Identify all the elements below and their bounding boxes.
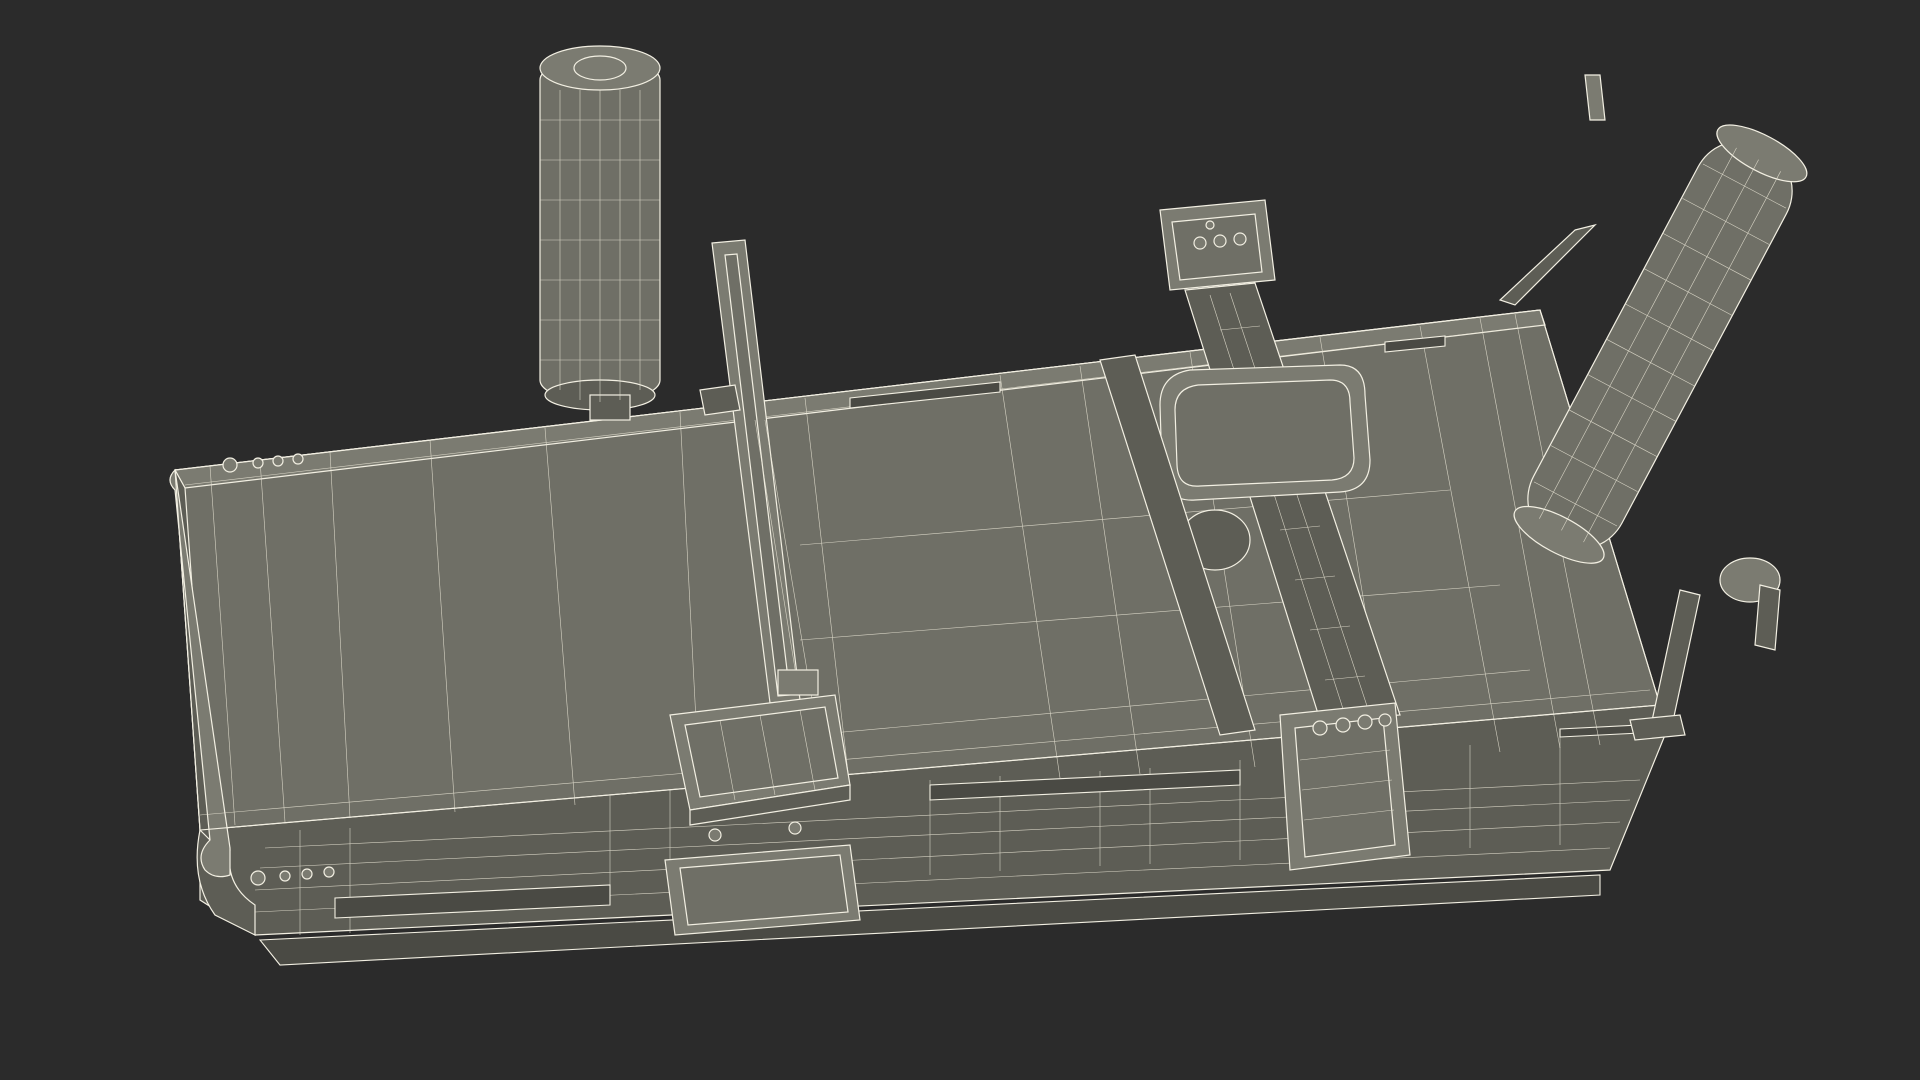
- center-control-box: [1279, 702, 1411, 871]
- wireframe-render: [169, 45, 1808, 966]
- left-roll-cylinder: [539, 45, 661, 421]
